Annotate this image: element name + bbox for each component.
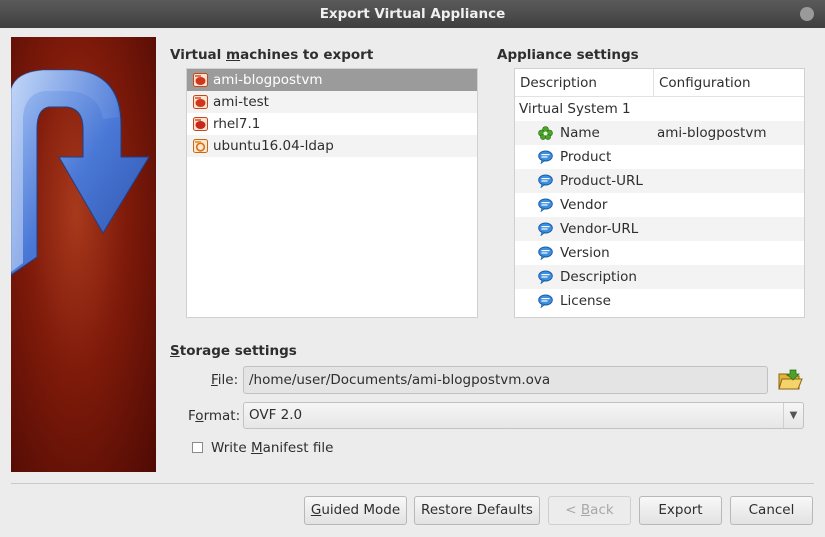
comment-icon [538, 150, 553, 164]
comment-icon [538, 246, 553, 260]
guided-mnemonic: G [310, 502, 322, 518]
format-label-text-rest: rmat: [203, 408, 241, 424]
choose-file-button[interactable] [777, 368, 803, 392]
guided-mode-button[interactable]: Guided Mode [304, 496, 407, 525]
vm-list-item-ami-blogpostvm[interactable]: ami-blogpostvm [187, 69, 477, 91]
tree-row-version[interactable]: Version [515, 241, 804, 265]
write-manifest-label[interactable]: Write Manifest file [211, 440, 333, 456]
tree-row-license[interactable]: License [515, 289, 804, 313]
window-titlebar: Export Virtual Appliance [0, 0, 825, 28]
window-title: Export Virtual Appliance [319, 6, 506, 22]
tree-rows: Name ami-blogpostvm Product Product-URL … [515, 121, 804, 313]
appliance-settings-title: Appliance settings [497, 47, 639, 63]
comment-icon [538, 270, 553, 284]
comment-icon [538, 174, 553, 188]
export-arrow-icon [11, 69, 150, 276]
storage-title-mnemonic: S [170, 343, 180, 359]
write-manifest-checkbox[interactable] [192, 442, 203, 453]
vm-title-text: Virtual [170, 47, 226, 63]
vm-title-mnemonic: m [226, 47, 241, 63]
guided-label: uided Mode [321, 502, 401, 518]
window-close-button[interactable] [800, 7, 814, 21]
tree-row-product[interactable]: Product [515, 145, 804, 169]
row-configuration[interactable]: ami-blogpostvm [657, 121, 767, 145]
manifest-label-text: Write [211, 440, 251, 456]
storage-title-text: torage settings [179, 343, 297, 359]
column-header-configuration[interactable]: Configuration [654, 69, 751, 96]
storage-settings-title: Storage settings [170, 343, 297, 359]
vm-name: ami-test [213, 94, 269, 110]
folder-open-icon [778, 369, 803, 390]
comment-icon [538, 198, 553, 212]
restore-defaults-button[interactable]: Restore Defaults [414, 496, 540, 525]
comment-icon [538, 222, 553, 236]
back-mnemonic: B [580, 502, 591, 518]
vm-redhat-icon [193, 117, 208, 131]
back-label-prefix: < [565, 502, 581, 518]
tree-row-description[interactable]: Description [515, 265, 804, 289]
manifest-label-text-rest: anifest file [262, 440, 334, 456]
row-description: Version [560, 245, 610, 261]
back-label: ack [590, 502, 614, 518]
tree-header: Description Configuration [515, 69, 804, 97]
column-header-description[interactable]: Description [515, 69, 654, 96]
tree-row-vendor[interactable]: Vendor [515, 193, 804, 217]
export-button[interactable]: Export [639, 496, 722, 525]
cancel-button[interactable]: Cancel [730, 496, 813, 525]
tree-row-vendor-url[interactable]: Vendor-URL [515, 217, 804, 241]
file-label-text: ile: [217, 372, 239, 388]
vm-linux-icon [193, 73, 208, 87]
file-label: File: [211, 372, 238, 388]
vm-list-item-rhel7-1[interactable]: rhel7.1 [187, 113, 477, 135]
tree-group-virtual-system[interactable]: Virtual System 1 [515, 97, 804, 121]
vm-list[interactable]: ami-blogpostvm ami-test rhel7.1 ubuntu16… [186, 68, 478, 318]
row-description: License [560, 293, 611, 309]
tree-row-product-url[interactable]: Product-URL [515, 169, 804, 193]
file-path-input[interactable]: /home/user/Documents/ami-blogpostvm.ova [243, 366, 768, 394]
back-button[interactable]: < Back [548, 496, 631, 525]
button-separator [11, 483, 814, 484]
vm-list-item-ubuntu16-04-ldap[interactable]: ubuntu16.04-ldap [187, 135, 477, 157]
tree-row-name[interactable]: Name ami-blogpostvm [515, 121, 804, 145]
vm-name: ami-blogpostvm [213, 72, 323, 88]
row-description: Product [560, 149, 612, 165]
vm-ubuntu-icon [193, 139, 208, 153]
vm-name: ubuntu16.04-ldap [213, 138, 334, 154]
row-description: Name [560, 125, 600, 141]
vm-list-item-ami-test[interactable]: ami-test [187, 91, 477, 113]
row-description: Vendor [560, 197, 608, 213]
appliance-settings-tree[interactable]: Description Configuration Virtual System… [514, 68, 805, 318]
row-description: Product-URL [560, 173, 643, 189]
row-description: Vendor-URL [560, 221, 639, 237]
format-select[interactable]: OVF 2.0 ▼ [243, 402, 804, 429]
row-description: Description [560, 269, 637, 285]
wizard-banner-image [11, 37, 156, 472]
file-label-mnemonic: F [211, 372, 218, 388]
format-label-mnemonic: o [195, 408, 204, 424]
name-icon [538, 126, 553, 140]
format-label: Format: [188, 408, 240, 424]
chevron-down-icon[interactable]: ▼ [783, 403, 803, 428]
comment-icon [538, 294, 553, 308]
format-selected-value: OVF 2.0 [249, 407, 303, 423]
manifest-label-mnemonic: M [250, 440, 263, 456]
vm-name: rhel7.1 [213, 116, 261, 132]
vm-linux-icon [193, 95, 208, 109]
vm-title-text-rest: achines to export [240, 47, 374, 63]
vm-section-title: Virtual machines to export [170, 47, 373, 63]
